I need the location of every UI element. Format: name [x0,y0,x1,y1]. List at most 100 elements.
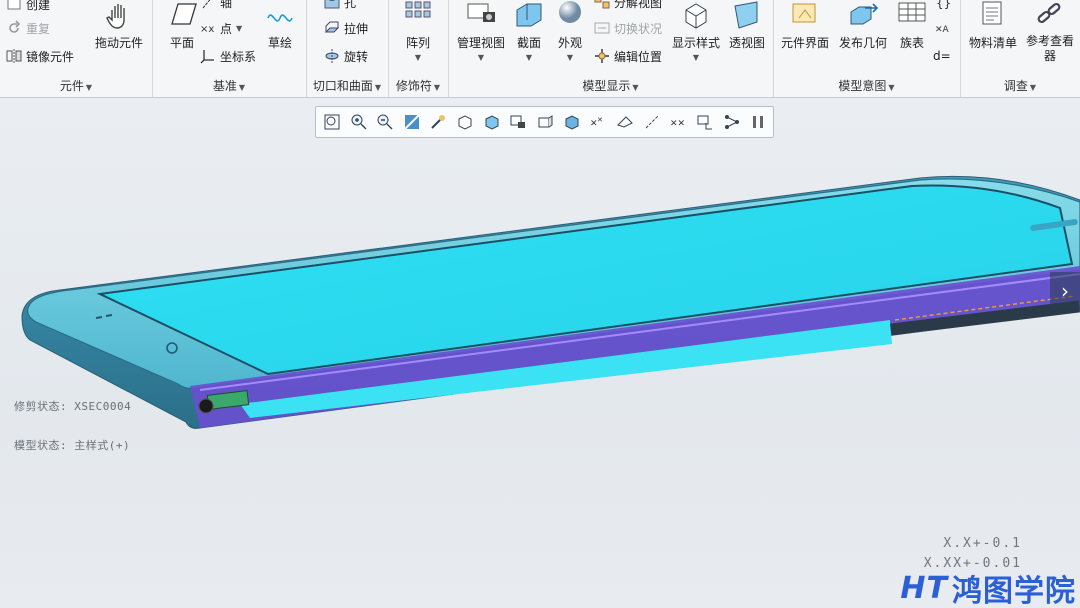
display-style-icon [685,3,707,29]
manage-views-dropdown-icon[interactable]: ▼ [452,53,510,62]
display-style-dropdown-icon[interactable]: ▼ [668,53,724,62]
create-label: 创建 [26,0,51,12]
group-label-investigate[interactable]: 调查 ▼ [960,77,1080,94]
manage-views-button[interactable]: 管理视图 ▼ [452,0,510,70]
appearance-button[interactable]: 外观 ▼ [550,0,590,70]
group-cut-surface: 孔 拉伸 旋转 切口和曲面 ▼ [306,0,389,97]
group-label-model-display[interactable]: 模型显示 ▼ [448,77,773,94]
publish-geometry-button[interactable]: 发布几何 [835,0,891,70]
extrude-label: 拉伸 [344,21,369,36]
group-component: 创建 重复 镜像元件 拖动元件 元件 ▼ [0,0,153,97]
phone-model[interactable] [0,98,1080,608]
switch-dimensions-button[interactable]: ✕A [935,18,955,38]
appearance-label: 外观 [557,36,582,50]
point-dropdown-icon[interactable]: ▼ [236,24,242,33]
hole-label: 孔 [344,0,357,10]
point-button[interactable]: ×x 点 ▼ [200,18,242,38]
redo-label: 重复 [26,21,51,36]
pattern-icon [405,1,431,18]
edit-position-icon [594,48,610,64]
group-label-model-intent[interactable]: 模型意图 ▼ [773,77,960,94]
drag-label: 拖动元件 [94,36,143,50]
display-style-label: 显示样式 [671,36,720,50]
mirror-icon [6,48,22,64]
graphics-window[interactable]: ✕ ✕ ✕✕ 修剪状态: XSEC0004 模型状态: 主样式(+) X.X+-… [0,98,1080,608]
bom-button[interactable]: 物料清单 [964,0,1022,70]
component-interface-button[interactable]: 元件界面 [777,0,833,70]
exploded-view-label: 分解视图 [614,0,663,10]
point-label: 点 [220,21,233,36]
connector-left [198,398,214,414]
point-icon: ×x [200,20,216,36]
edit-position-button[interactable]: 编辑位置 [594,46,662,66]
hole-icon [324,0,340,10]
pattern-dropdown-icon[interactable]: ▼ [390,53,446,62]
csys-icon [200,48,216,64]
toggle-status-button[interactable]: 切换状况 [594,18,662,38]
group-label-cut-surface[interactable]: 切口和曲面 ▼ [306,77,388,94]
group-datum: 平面 轴 ×x 点 ▼ 坐标系 草绘 基准 ▼ [152,0,307,97]
chain-link-icon [1037,2,1061,24]
group-label-component[interactable]: 元件 ▼ [0,77,152,94]
braces-button[interactable]: {} [935,0,955,12]
pattern-label: 阵列 [405,36,430,50]
appearance-dropdown-icon[interactable]: ▼ [550,53,590,62]
svg-text:×x: ×x [200,24,214,35]
family-table-label: 族表 [899,36,924,50]
svg-text:✕A: ✕A [935,25,950,35]
axis-button[interactable]: 轴 [200,0,232,12]
extrude-button[interactable]: 拉伸 [324,18,368,38]
sketch-button[interactable]: 草绘 [252,0,308,70]
toggle-status-label: 切换状况 [614,21,663,36]
exploded-view-button[interactable]: 分解视图 [594,0,662,12]
model-state-text: 模型状态: 主样式(+) [14,439,131,452]
drag-component-button[interactable]: 拖动元件 [90,0,148,70]
hole-button[interactable]: 孔 [324,0,356,12]
group-label-modifier[interactable]: 修饰符 ▼ [388,77,448,94]
mirror-component-button[interactable]: 镜像元件 [6,46,74,66]
switch-dimensions-icon: ✕A [935,20,951,36]
reference-viewer-label: 参考查看器 [1025,34,1074,63]
csys-label: 坐标系 [220,49,257,64]
relations-button[interactable]: d= [933,46,951,66]
edit-position-label: 编辑位置 [614,49,663,64]
chevron-right-icon[interactable]: › [1050,272,1080,310]
ribbon: 创建 重复 镜像元件 拖动元件 元件 ▼ 平面 轴 ×x 点 ▼ 坐标系 草绘 … [0,0,1080,98]
manage-views-icon [467,3,495,22]
perspective-button[interactable]: 透视图 [724,0,770,70]
section-button[interactable]: 截面 ▼ [510,0,548,70]
axis-icon [200,0,216,10]
bom-label: 物料清单 [968,36,1017,50]
display-style-button[interactable]: 显示样式 ▼ [668,0,724,70]
relations-label: d= [933,49,951,63]
sketch-icon [267,14,293,22]
reference-viewer-button[interactable]: 参考查看器 [1022,0,1078,70]
component-interface-label: 元件界面 [780,36,829,50]
sketch-label: 草绘 [267,36,292,50]
revolve-label: 旋转 [344,49,369,64]
group-label-datum[interactable]: 基准 ▼ [152,77,306,94]
redo-icon [6,20,22,36]
pattern-button[interactable]: 阵列 ▼ [390,0,446,70]
tolerance-line-1: X.X+-0.1 [943,536,1022,551]
plane-icon [171,3,197,25]
manage-views-label: 管理视图 [456,36,505,50]
publish-geometry-label: 发布几何 [838,36,887,50]
toggle-status-icon [594,20,610,36]
group-model-intent: 元件界面 发布几何 族表 {} ✕A d= 模型意图 ▼ [773,0,961,97]
extrude-icon [324,20,340,36]
revolve-button[interactable]: 旋转 [324,46,368,66]
group-modifier: 阵列 ▼ 修饰符 ▼ [388,0,449,97]
create-icon [6,0,22,12]
create-button[interactable]: 创建 [6,0,50,14]
redo-button[interactable]: 重复 [6,18,50,38]
group-investigate: 物料清单 参考查看器 调查 ▼ [960,0,1080,97]
csys-button[interactable]: 坐标系 [200,46,256,66]
hand-icon [106,4,125,29]
section-dropdown-icon[interactable]: ▼ [510,53,548,62]
section-label: 截面 [516,36,541,50]
perspective-label: 透视图 [728,36,765,50]
family-table-button[interactable]: 族表 [891,0,933,70]
axis-label: 轴 [220,0,233,10]
exploded-view-icon [594,0,610,10]
